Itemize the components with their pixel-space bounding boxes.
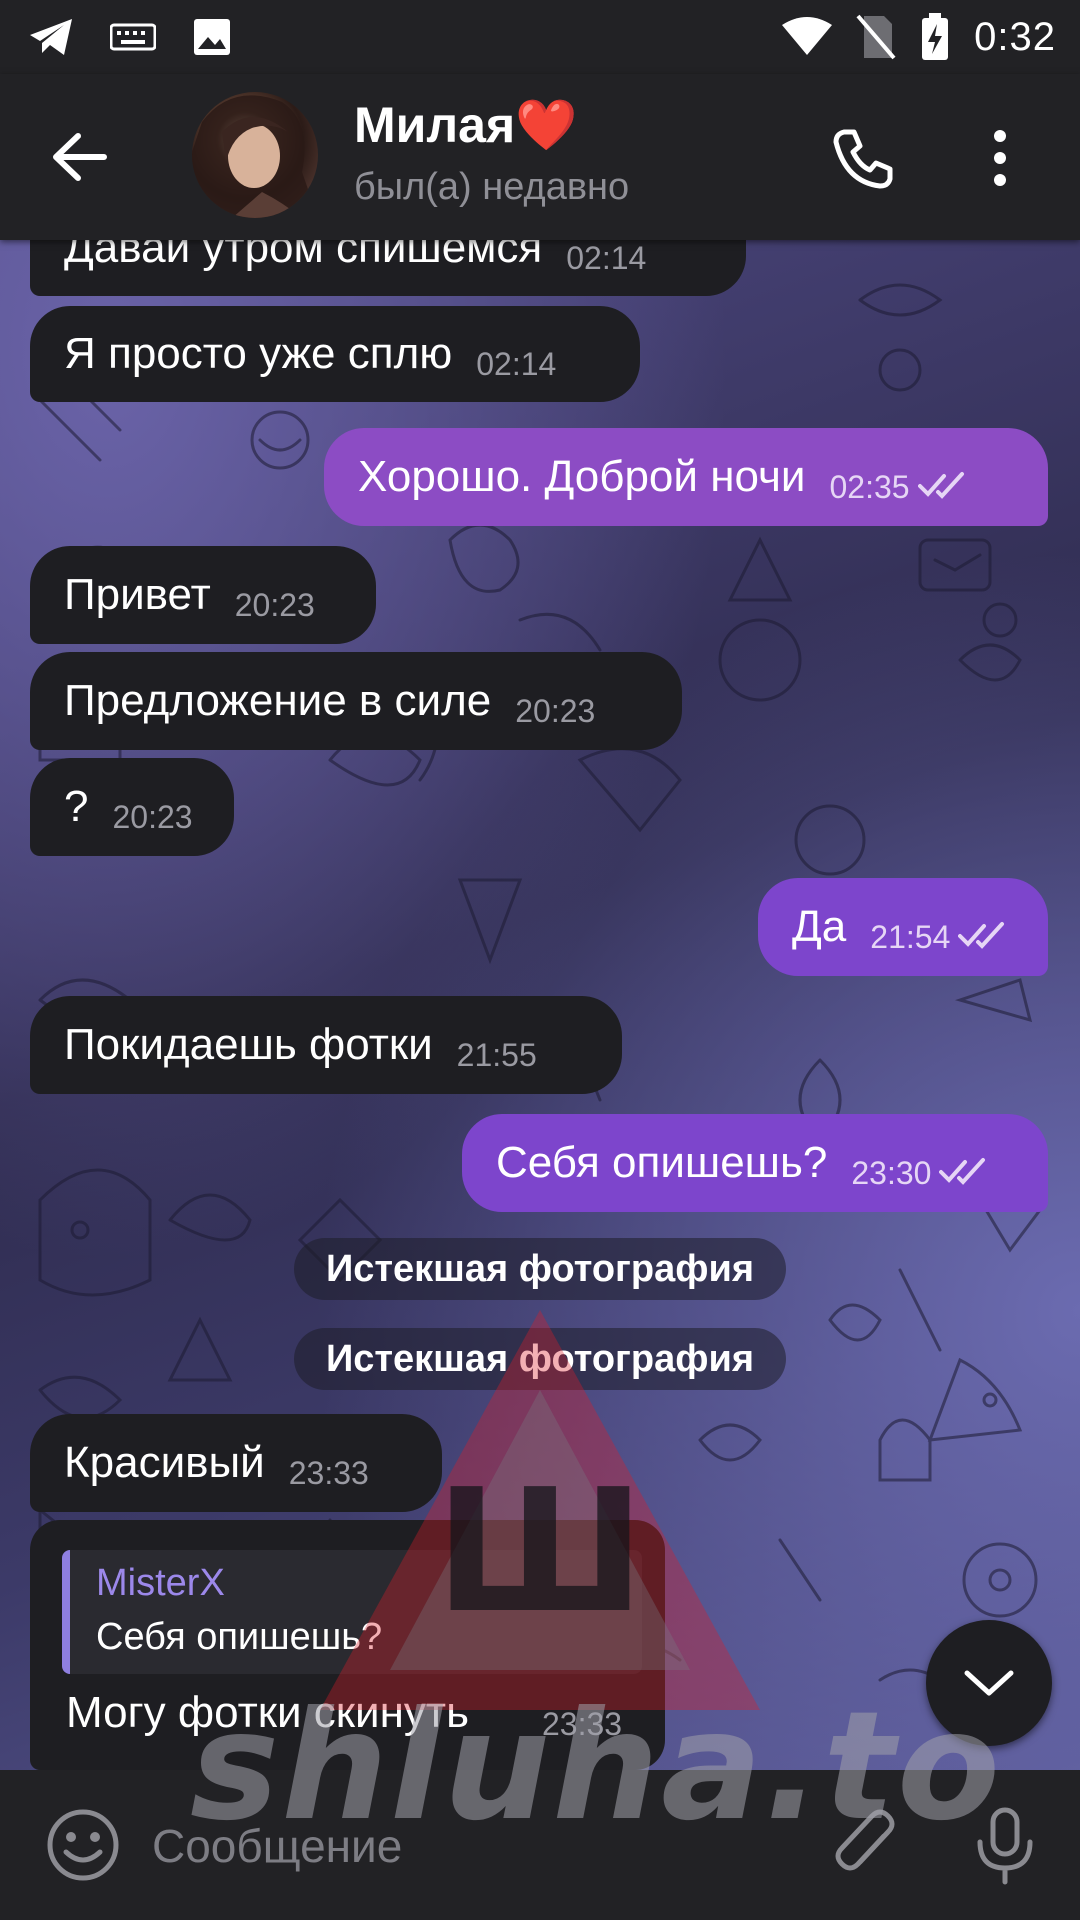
phone-icon[interactable] bbox=[830, 126, 896, 192]
message-bubble-incoming[interactable]: Давай утром спишемся 02:14 bbox=[30, 240, 746, 296]
message-text: Себя опишешь? bbox=[496, 1138, 828, 1187]
message-time: 02:35 bbox=[829, 469, 910, 505]
message-time: 20:23 bbox=[234, 587, 315, 623]
message-text: Да bbox=[792, 902, 847, 951]
message-time: 20:23 bbox=[112, 799, 193, 835]
message-bubble-outgoing[interactable]: Хорошо. Доброй ночи 02:35 bbox=[324, 428, 1048, 526]
contact-name[interactable]: Милая❤️ bbox=[354, 96, 577, 155]
emoji-icon[interactable] bbox=[44, 1806, 122, 1884]
message-text: Хорошо. Доброй ночи bbox=[358, 452, 806, 501]
double-check-icon bbox=[939, 1158, 986, 1185]
message-bubble-incoming[interactable]: ? 20:23 bbox=[30, 758, 234, 856]
message-bubble-incoming[interactable]: Предложение в силе 20:23 bbox=[30, 652, 682, 750]
message-text: Давай утром спишемся bbox=[64, 240, 543, 272]
avatar-photo bbox=[192, 95, 318, 218]
message-time: 23:30 bbox=[851, 1155, 932, 1191]
status-bar: 0:32 bbox=[0, 0, 1080, 74]
message-time: 02:14 bbox=[476, 346, 557, 382]
message-text: Покидаешь фотки bbox=[64, 1020, 433, 1069]
double-check-icon bbox=[958, 922, 1005, 949]
clock: 0:32 bbox=[974, 14, 1056, 59]
last-seen-status: был(а) недавно bbox=[354, 166, 630, 208]
back-arrow-icon[interactable] bbox=[46, 124, 112, 190]
battery-charging-icon bbox=[922, 13, 949, 60]
message-bubble-outgoing[interactable]: Себя опишешь? 23:30 bbox=[462, 1114, 1048, 1212]
heart-emoji: ❤️ bbox=[515, 97, 578, 153]
message-bubble-incoming[interactable]: Красивый 23:33 bbox=[30, 1414, 442, 1512]
message-time: 02:14 bbox=[566, 240, 647, 276]
message-text: Красивый bbox=[64, 1438, 265, 1487]
no-sim-icon bbox=[856, 14, 896, 60]
reply-quote-author: MisterX bbox=[96, 1562, 225, 1604]
avatar[interactable] bbox=[192, 92, 318, 218]
keyboard-icon bbox=[110, 23, 156, 51]
message-bubble-outgoing[interactable]: Да 21:54 bbox=[758, 878, 1048, 976]
more-vertical-icon[interactable] bbox=[985, 128, 1015, 188]
message-text: ? bbox=[64, 782, 89, 831]
message-time: 20:23 bbox=[515, 693, 596, 729]
message-bubble-incoming[interactable]: Я просто уже сплю 02:14 bbox=[30, 306, 640, 402]
message-time: 21:54 bbox=[870, 919, 951, 955]
message-text: Привет bbox=[64, 570, 211, 619]
message-time: 21:55 bbox=[456, 1037, 537, 1073]
message-text: Я просто уже сплю bbox=[64, 329, 453, 378]
message-text: Предложение в силе bbox=[64, 676, 492, 725]
message-bubble-incoming[interactable]: Покидаешь фотки 21:55 bbox=[30, 996, 622, 1094]
watermark-text: shluha.to bbox=[190, 1680, 1003, 1854]
reply-quote[interactable]: MisterX Себя опишешь? bbox=[62, 1550, 642, 1674]
chat-area[interactable]: Давай утром спишемся 02:14 Я просто уже с… bbox=[0, 240, 1080, 1770]
reply-quote-text: Себя опишешь? bbox=[96, 1616, 383, 1658]
image-icon bbox=[194, 19, 230, 55]
expired-photo-notice: Истекшая фотография bbox=[294, 1328, 786, 1390]
message-bubble-incoming[interactable]: Привет 20:23 bbox=[30, 546, 376, 644]
expired-photo-notice: Истекшая фотография bbox=[294, 1238, 786, 1300]
double-check-icon bbox=[917, 472, 964, 499]
telegram-icon bbox=[30, 19, 72, 55]
chat-header: Милая❤️ был(а) недавно bbox=[0, 74, 1080, 240]
wifi-icon bbox=[782, 17, 833, 55]
message-time: 23:33 bbox=[288, 1455, 369, 1491]
